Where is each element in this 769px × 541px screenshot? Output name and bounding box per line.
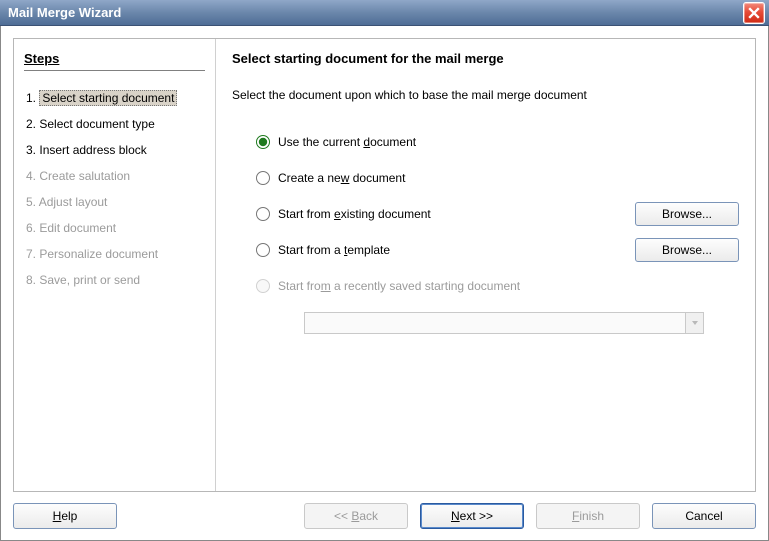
window-title: Mail Merge Wizard bbox=[8, 5, 743, 20]
radio-label: Start from a recently saved starting doc… bbox=[278, 279, 520, 293]
radio-create-new-document-input[interactable] bbox=[256, 171, 270, 185]
browse-existing-button[interactable]: Browse... bbox=[635, 202, 739, 226]
radio-label: Use the current document bbox=[278, 135, 416, 149]
step-8-save-print-send: 8. Save, print or send bbox=[24, 267, 205, 293]
steps-separator bbox=[24, 70, 205, 71]
starting-doc-radio-group: Use the current document Create a new do… bbox=[232, 124, 739, 334]
cancel-button[interactable]: Cancel bbox=[652, 503, 756, 529]
steps-list: 1. Select starting document 2. Select do… bbox=[24, 85, 205, 293]
content-heading: Select starting document for the mail me… bbox=[232, 51, 739, 66]
radio-start-from-recent-input bbox=[256, 279, 270, 293]
close-icon bbox=[748, 7, 760, 19]
radio-start-from-existing-input[interactable] bbox=[256, 207, 270, 221]
step-2-select-document-type[interactable]: 2. Select document type bbox=[24, 111, 205, 137]
wizard-button-bar: Help << Back Next >> Finish Cancel bbox=[1, 492, 768, 540]
radio-start-from-template[interactable]: Start from a template bbox=[256, 243, 627, 257]
finish-button: Finish bbox=[536, 503, 640, 529]
title-bar: Mail Merge Wizard bbox=[0, 0, 769, 26]
help-button[interactable]: Help bbox=[13, 503, 117, 529]
radio-create-new-document[interactable]: Create a new document bbox=[256, 171, 739, 185]
content-panel: Select starting document for the mail me… bbox=[216, 39, 755, 491]
chevron-down-icon bbox=[691, 319, 699, 327]
step-7-personalize-document: 7. Personalize document bbox=[24, 241, 205, 267]
radio-start-from-existing[interactable]: Start from existing document bbox=[256, 207, 627, 221]
step-6-edit-document: 6. Edit document bbox=[24, 215, 205, 241]
radio-label: Start from a template bbox=[278, 243, 390, 257]
radio-label: Create a new document bbox=[278, 171, 405, 185]
combo-arrow-button bbox=[685, 313, 703, 333]
steps-sidebar: Steps 1. Select starting document 2. Sel… bbox=[14, 39, 216, 491]
step-1-select-starting-document[interactable]: 1. Select starting document bbox=[24, 85, 179, 111]
radio-label: Start from existing document bbox=[278, 207, 431, 221]
step-5-adjust-layout: 5. Adjust layout bbox=[24, 189, 205, 215]
radio-use-current-document[interactable]: Use the current document bbox=[256, 135, 739, 149]
radio-start-from-recent: Start from a recently saved starting doc… bbox=[256, 279, 739, 293]
recent-document-combo bbox=[304, 312, 704, 334]
radio-start-from-template-input[interactable] bbox=[256, 243, 270, 257]
recent-document-value bbox=[305, 313, 685, 333]
next-button[interactable]: Next >> bbox=[420, 503, 524, 529]
back-button: << Back bbox=[304, 503, 408, 529]
close-button[interactable] bbox=[743, 2, 765, 24]
step-3-insert-address-block[interactable]: 3. Insert address block bbox=[24, 137, 205, 163]
steps-heading: Steps bbox=[24, 51, 205, 66]
step-4-create-salutation: 4. Create salutation bbox=[24, 163, 205, 189]
content-subtext: Select the document upon which to base t… bbox=[232, 88, 739, 102]
radio-use-current-document-input[interactable] bbox=[256, 135, 270, 149]
browse-template-button[interactable]: Browse... bbox=[635, 238, 739, 262]
